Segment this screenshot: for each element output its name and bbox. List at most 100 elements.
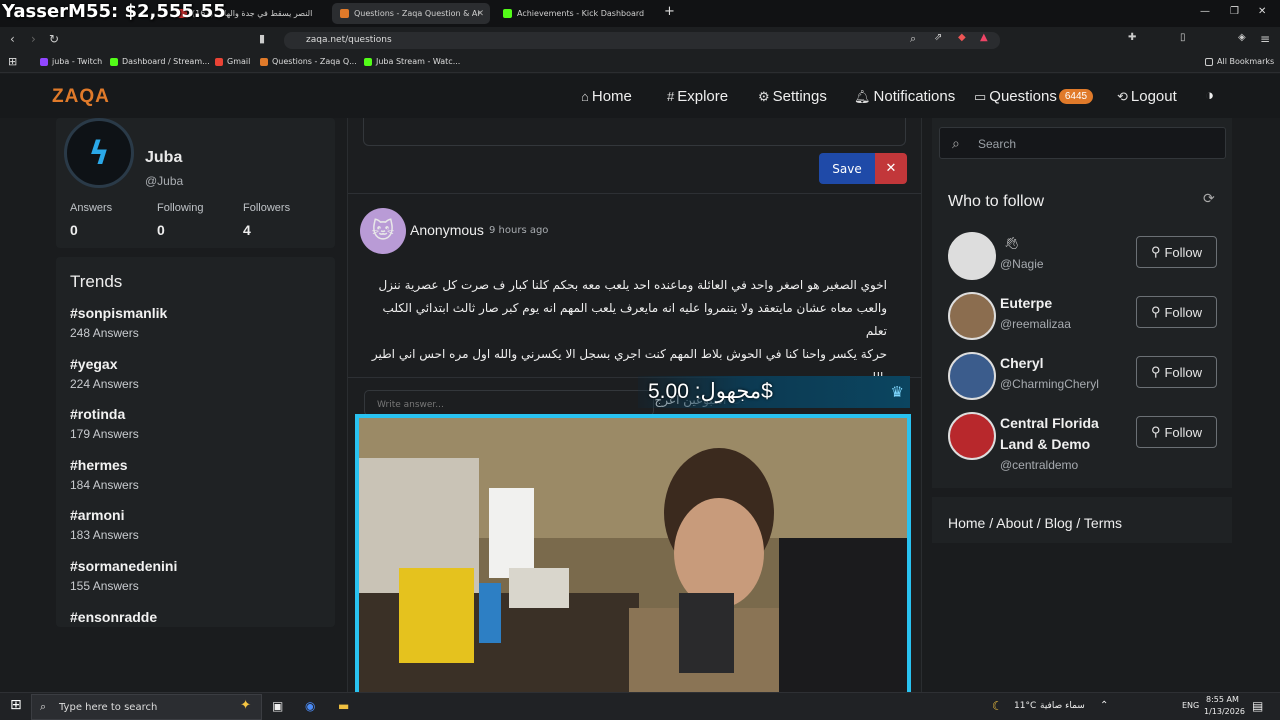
theme-toggle-icon[interactable]: ◑ — [1205, 87, 1214, 104]
all-bookmarks[interactable]: All Bookmarks — [1205, 57, 1274, 66]
user-plus-icon: ⚲ — [1150, 424, 1161, 439]
search-input[interactable]: ⌕ Search — [939, 127, 1226, 159]
extensions-icon[interactable]: ✚ — [1128, 32, 1136, 43]
close-tab-icon[interactable]: ✕ — [476, 9, 484, 19]
refresh-icon[interactable]: ⟳ — [1203, 191, 1215, 207]
stat-answers-value: 0 — [70, 222, 78, 238]
shield-icon[interactable]: ◈ — [1238, 32, 1246, 43]
nav-questions[interactable]: ▭ Questions 6445 — [974, 88, 1094, 105]
nav-logout[interactable]: ⟲ Logout — [1117, 88, 1177, 105]
suggestion-avatar[interactable] — [948, 412, 996, 460]
stat-followers-label: Followers — [243, 202, 291, 214]
profile-handle: @Juba — [145, 174, 184, 188]
search-icon: ⌕ — [40, 700, 47, 713]
language-indicator[interactable]: ENG — [1182, 701, 1199, 710]
bookmark-icon[interactable]: ▮ — [259, 32, 265, 45]
zaqa-icon — [260, 57, 268, 66]
kick-icon — [503, 9, 512, 18]
answer-textarea[interactable] — [363, 118, 906, 146]
bell-icon: 🔔︎ — [854, 88, 871, 104]
follow-button[interactable]: ⚲ Follow — [1136, 236, 1217, 268]
trend-item[interactable]: #sormanedenini 155 Answers — [70, 558, 177, 593]
trend-item[interactable]: #sonpismanlik 248 Answers — [70, 305, 167, 340]
suggestion-name[interactable]: Central Florida Land & Demo — [1000, 413, 1136, 455]
nav-notifications[interactable]: 🔔︎ Notifications — [854, 88, 955, 105]
forward-icon[interactable]: › — [31, 32, 36, 46]
follow-button[interactable]: ⚲ Follow — [1136, 416, 1217, 448]
brave-shield-icon[interactable]: ◆ — [958, 32, 966, 43]
suggestion-avatar[interactable] — [948, 292, 996, 340]
donation-text: مجهول: 5.00$ — [648, 380, 773, 403]
nav-settings[interactable]: ⚙ Settings — [758, 88, 827, 105]
cat-icon: 🐱︎ — [371, 218, 395, 244]
notification-center-icon[interactable]: ▤ — [1252, 699, 1263, 713]
follow-button[interactable]: ⚲ Follow — [1136, 296, 1217, 328]
nav-explore[interactable]: # Explore — [667, 88, 728, 105]
browser-tab-2[interactable]: Questions - Zaqa Question & Ar ✕ — [332, 3, 490, 24]
bookmark-juba-twitch[interactable]: juba - Twitch — [40, 57, 102, 66]
home-icon: ⌂ — [581, 89, 589, 104]
suggestion-avatar[interactable] — [948, 232, 996, 280]
suggestion-name[interactable]: Cheryl — [1000, 353, 1044, 374]
chat-icon: ▭ — [974, 88, 987, 104]
webcam-scene — [359, 418, 907, 716]
close-window-icon[interactable]: ✕ — [1258, 6, 1266, 17]
bookmark-gmail[interactable]: Gmail — [215, 57, 250, 66]
footer-links[interactable]: Home / About / Blog / Terms — [932, 497, 1232, 543]
taskbar-search[interactable]: ⌕ Type here to search ✦ — [31, 694, 262, 720]
divider — [348, 193, 921, 194]
task-view-icon[interactable]: ▣ — [272, 699, 283, 713]
rewards-icon[interactable]: ▲ — [980, 32, 988, 43]
back-icon[interactable]: ‹ — [10, 32, 15, 46]
trend-item[interactable]: #rotinda 179 Answers — [70, 406, 139, 441]
site-logo[interactable]: ZAQA — [52, 86, 110, 108]
who-to-follow-title: Who to follow — [948, 193, 1045, 210]
bookmark-juba-stream[interactable]: Juba Stream - Watc... — [364, 57, 460, 66]
lightning-logo-icon: ϟ — [88, 134, 110, 172]
bookmark-dashboard[interactable]: Dashboard / Stream... — [110, 57, 210, 66]
clock-time[interactable]: 8:55 AM — [1206, 695, 1239, 704]
new-tab-icon[interactable]: + — [664, 4, 675, 19]
menu-icon[interactable]: ≡ — [1260, 32, 1270, 46]
search-icon: ⌕ — [952, 135, 960, 151]
zoom-icon[interactable]: ⌕ — [910, 32, 916, 46]
browser-app-icon[interactable]: ◉ — [305, 699, 315, 713]
trend-item[interactable]: #hermes 184 Answers — [70, 457, 139, 492]
kick-icon — [364, 57, 372, 66]
trend-item[interactable]: #armoni 183 Answers — [70, 507, 139, 542]
restore-icon[interactable]: ❐ — [1230, 6, 1239, 17]
apps-icon[interactable]: ⊞ — [8, 55, 17, 68]
kick-icon — [110, 57, 118, 66]
suggestion-handle: @Nagie — [1000, 257, 1044, 271]
questions-count-badge: 6445 — [1058, 89, 1094, 104]
browser-tab-3[interactable]: Achievements - Kick Dashboard — [495, 3, 655, 24]
weather-temp: 11°C — [1014, 701, 1037, 711]
follow-button[interactable]: ⚲ Follow — [1136, 356, 1217, 388]
write-answer-input[interactable]: Write answer... — [364, 390, 654, 416]
suggestion-name[interactable]: Euterpe — [1000, 293, 1052, 314]
minimize-icon[interactable]: — — [1200, 6, 1210, 17]
profile-name[interactable]: Juba — [145, 149, 182, 167]
url-field[interactable]: zaqa.net/questions — [284, 32, 1000, 49]
reload-icon[interactable]: ↻ — [49, 32, 59, 46]
windows-start-icon[interactable]: ⊞ — [10, 697, 22, 713]
file-explorer-icon[interactable]: ▬ — [338, 699, 349, 713]
trend-item[interactable]: #ensonradde — [70, 609, 157, 625]
share-icon[interactable]: ⇗ — [934, 32, 942, 43]
profile-avatar[interactable]: ϟ — [64, 118, 134, 188]
browser-tab-bar: YasserM55: $2,555.55 (162) النصر يسقط في… — [0, 0, 1280, 27]
clock-date[interactable]: 1/13/2026 — [1204, 707, 1245, 716]
copilot-sparkle-icon: ✦ — [240, 698, 251, 713]
trend-item[interactable]: #yegax 224 Answers — [70, 356, 139, 391]
tray-chevron-icon[interactable]: ⌃ — [1100, 700, 1108, 711]
trends-title: Trends — [70, 272, 123, 291]
gmail-icon — [215, 57, 223, 66]
cancel-button[interactable]: ✕ — [875, 153, 907, 184]
suggestion-avatar[interactable] — [948, 352, 996, 400]
save-button[interactable]: Save — [819, 153, 875, 184]
nav-home[interactable]: ⌂ Home — [581, 88, 632, 105]
sidebar-toggle-icon[interactable]: ▯ — [1180, 32, 1186, 43]
bookmark-questions[interactable]: Questions - Zaqa Q... — [260, 57, 357, 66]
question-time: 9 hours ago — [489, 225, 549, 236]
emoji-icon: 👋︎ — [1004, 236, 1020, 250]
